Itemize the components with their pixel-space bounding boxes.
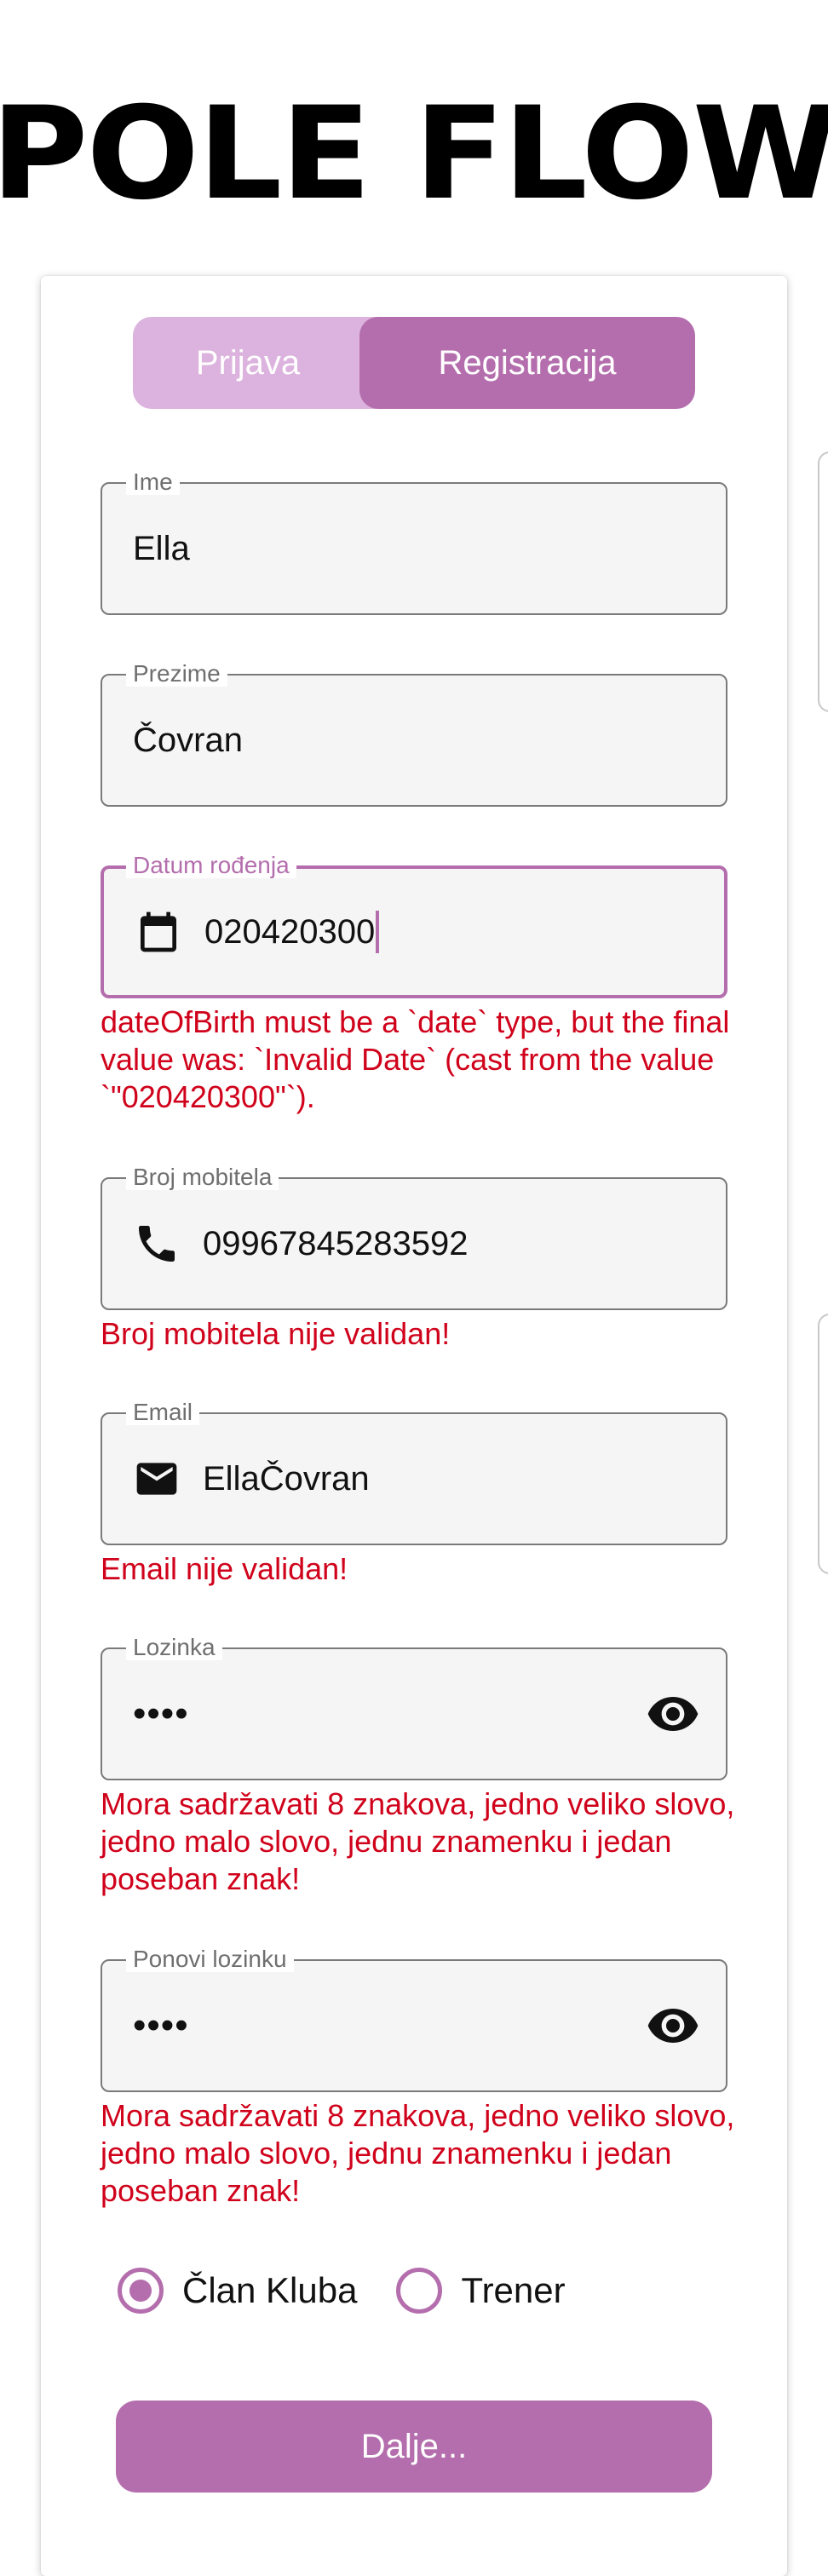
phone-input[interactable]: 09967845283592 [203, 1179, 468, 1308]
repeat-password-input[interactable]: •••• [133, 1961, 189, 2090]
phone-icon [139, 1226, 175, 1262]
text-cursor [376, 911, 380, 953]
mail-icon [136, 1463, 177, 1495]
email-input[interactable]: EllaČovran [203, 1414, 370, 1544]
tab-register[interactable]: Registracija [359, 317, 695, 409]
visibility-eye-icon[interactable] [646, 1998, 700, 2053]
phone-field[interactable]: Broj mobitela 09967845283592 [101, 1164, 727, 1310]
password-field[interactable]: Lozinka •••• [101, 1635, 727, 1780]
phone-error: Broj mobitela nije validan! [101, 1316, 451, 1351]
visibility-eye-icon[interactable] [646, 1687, 700, 1741]
repeat-password-error: Mora sadržavati 8 znakova, jedno veliko … [101, 2098, 735, 2208]
calendar-icon[interactable] [135, 908, 182, 956]
role-radio-group: Član Kluba Trener [118, 2261, 566, 2320]
password-input[interactable]: •••• [133, 1649, 189, 1779]
auth-tabs: Prijava Registracija [133, 317, 695, 409]
tab-login[interactable]: Prijava [133, 317, 363, 409]
repeat-password-field[interactable]: Ponovi lozinku •••• [101, 1946, 727, 2092]
email-label: Email [126, 1400, 200, 1425]
date-of-birth-error: dateOfBirth must be a `date` type, but t… [101, 1004, 730, 1114]
date-of-birth-field[interactable]: Datum rođenja 020420300 [101, 853, 727, 998]
last-name-field[interactable]: Prezime Čovran [101, 661, 727, 807]
first-name-field[interactable]: Ime Ella [101, 469, 727, 615]
radio-unchecked-icon[interactable] [396, 2268, 443, 2314]
radio-checked-icon[interactable] [118, 2268, 164, 2314]
role-option-trainer[interactable]: Trener [396, 2268, 566, 2314]
adjacent-card-fragment-bottom [818, 1314, 828, 1574]
email-field[interactable]: Email EllaČovran [101, 1400, 727, 1545]
role-option-member-label: Član Kluba [182, 2270, 358, 2310]
role-option-trainer-label: Trener [461, 2270, 566, 2310]
last-name-input[interactable]: Čovran [133, 676, 243, 805]
app-logo: POLE FLOW [0, 80, 828, 228]
date-of-birth-input[interactable]: 020420300 [204, 869, 380, 995]
next-button[interactable]: Dalje... [116, 2401, 712, 2493]
password-error: Mora sadržavati 8 znakova, jedno veliko … [101, 1786, 735, 1896]
role-option-member[interactable]: Član Kluba [118, 2268, 357, 2314]
adjacent-card-fragment-top [818, 451, 828, 712]
email-error: Email nije validan! [101, 1551, 348, 1586]
first-name-input[interactable]: Ella [133, 484, 190, 613]
date-of-birth-value: 020420300 [204, 912, 376, 951]
